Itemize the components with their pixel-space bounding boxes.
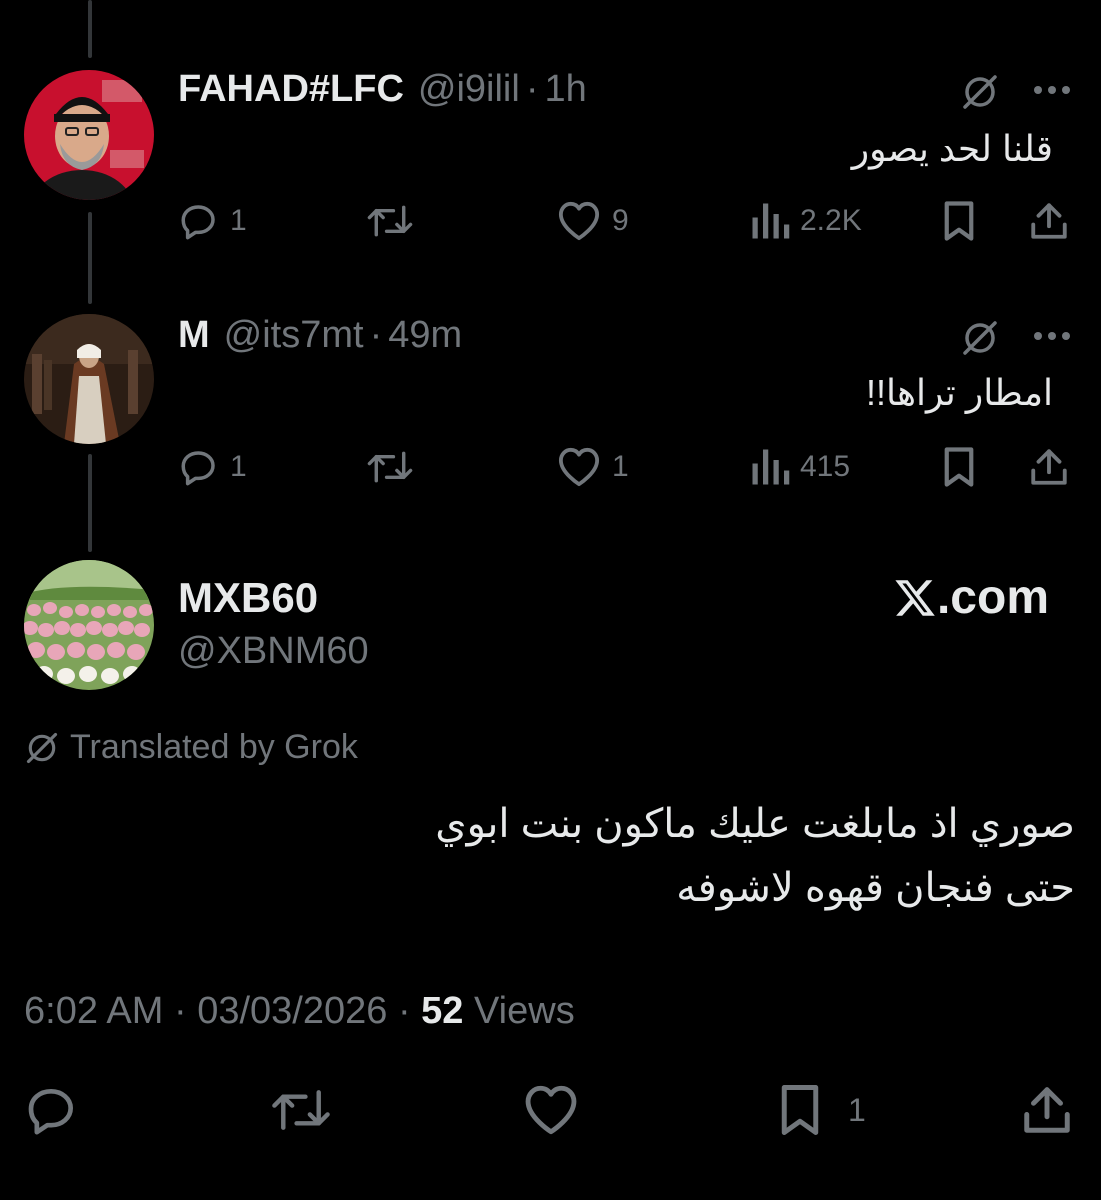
translated-by-grok[interactable]: Translated by Grok (24, 728, 358, 767)
retweet-button[interactable] (366, 196, 414, 246)
share-button[interactable] (1028, 442, 1070, 492)
avatar-tulip-field-icon (24, 560, 154, 690)
views-count: 415 (800, 450, 851, 483)
views-chart-icon (752, 449, 790, 485)
reply-count: 1 (230, 450, 247, 483)
grok-icon (26, 732, 58, 763)
translated-label: Translated by Grok (70, 728, 358, 766)
tweet-time[interactable]: 6:02 AM (24, 990, 163, 1032)
retweet-icon (367, 205, 413, 237)
reply-button[interactable]: 1 (178, 196, 247, 246)
like-button[interactable]: 1 (556, 442, 629, 492)
heart-icon (558, 447, 600, 487)
separator-dot: · (397, 990, 411, 1032)
bookmark-count: 1 (848, 1091, 866, 1128)
tweet-actions: 1 9 2.2K (176, 196, 1076, 246)
reply-header: FAHAD#LFC @i9ilil · 1h (178, 68, 587, 111)
tweet-text-line: صوري اذ مابلغت عليك ماكون بنت ابوي (435, 802, 1075, 846)
main-tweet-actions: 1 (0, 1080, 1101, 1140)
grok-icon[interactable] (960, 318, 1000, 358)
x-logo-icon (895, 579, 935, 616)
views-button[interactable]: 415 (750, 442, 850, 492)
bookmark-icon (944, 447, 974, 487)
views-chart-icon (752, 203, 790, 239)
bookmark-button[interactable] (940, 442, 978, 492)
bookmark-button[interactable] (940, 196, 978, 246)
brand-text: .com (936, 571, 1049, 624)
tweet-actions: 1 1 415 (176, 442, 1076, 492)
heart-icon (525, 1085, 577, 1135)
like-count: 1 (612, 450, 629, 483)
like-button[interactable] (522, 1080, 580, 1140)
display-name[interactable]: FAHAD#LFC (178, 68, 404, 111)
avatar-man-red-background-icon (24, 70, 154, 200)
tweet-meta: 6:02 AM · 03/03/2026 · 52 Views (24, 990, 575, 1033)
retweet-button[interactable] (366, 442, 414, 492)
heart-icon (558, 201, 600, 241)
views-count: 52 (421, 990, 464, 1032)
separator-dot: · (525, 68, 539, 110)
avatar-man-in-robe-icon (24, 314, 154, 444)
thread-line-bottom (88, 454, 92, 552)
thread-line-middle (88, 212, 92, 304)
tweet-text: صوري اذ مابلغت عليك ماكون بنت ابوي حتى ف… (435, 792, 1075, 920)
display-name[interactable]: MXB60 (178, 574, 318, 622)
thread-line-top (88, 0, 92, 58)
timestamp[interactable]: 1h (544, 68, 586, 111)
timestamp[interactable]: 49m (388, 314, 462, 357)
bookmark-icon (944, 201, 974, 241)
share-icon (1031, 449, 1067, 485)
reply-icon (181, 205, 215, 240)
user-handle[interactable]: @its7mt (224, 314, 364, 357)
reply-icon (181, 451, 215, 486)
x-com-watermark: .com (893, 570, 1049, 625)
share-icon (1024, 1087, 1070, 1133)
avatar[interactable] (24, 314, 154, 444)
tweet-text: امطار تراها!! (865, 372, 1053, 413)
avatar[interactable] (24, 70, 154, 200)
like-button[interactable]: 9 (556, 196, 629, 246)
retweet-icon (272, 1090, 330, 1130)
separator-dot: · (173, 990, 187, 1032)
retweet-icon (367, 451, 413, 483)
reply-button[interactable] (24, 1080, 80, 1140)
reply-icon (28, 1089, 73, 1135)
user-handle[interactable]: @XBNM60 (178, 630, 369, 673)
share-button[interactable] (1020, 1080, 1074, 1140)
bookmark-icon (781, 1085, 819, 1135)
views-button[interactable]: 2.2K (750, 196, 862, 246)
tweet-text: قلنا لحد يصور (851, 128, 1053, 169)
grok-icon[interactable] (960, 72, 1000, 112)
separator-dot: · (369, 314, 383, 356)
views-label: Views (474, 990, 575, 1032)
retweet-button[interactable] (270, 1080, 332, 1140)
more-options-icon[interactable] (1030, 80, 1074, 100)
reply-count: 1 (230, 204, 247, 237)
tweet-text-line: حتى فنجان قهوه لاشوفه (676, 866, 1075, 910)
reply-header: M @its7mt · 49m (178, 314, 462, 357)
share-button[interactable] (1028, 196, 1070, 246)
user-handle[interactable]: @i9ilil (418, 68, 520, 111)
tweet-date[interactable]: 03/03/2026 (197, 990, 387, 1032)
bookmark-button[interactable]: 1 (776, 1080, 866, 1140)
reply-button[interactable]: 1 (178, 442, 247, 492)
display-name[interactable]: M (178, 314, 210, 357)
share-icon (1031, 203, 1067, 239)
avatar[interactable] (24, 560, 154, 690)
like-count: 9 (612, 204, 629, 237)
views-count: 2.2K (800, 204, 862, 237)
more-options-icon[interactable] (1030, 326, 1074, 346)
